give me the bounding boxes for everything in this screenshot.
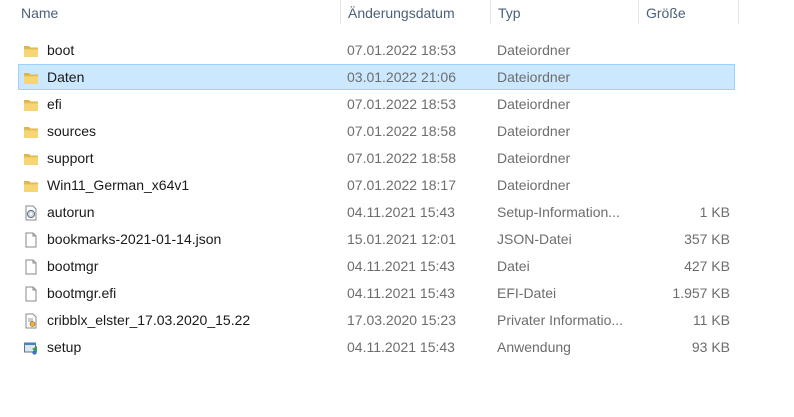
file-size: [644, 65, 730, 89]
file-type: Dateiordner: [497, 42, 571, 58]
folder-icon: [23, 177, 39, 193]
folder-icon: [23, 96, 39, 112]
file-modified-date: 17.03.2020 15:23: [347, 312, 456, 328]
file-modified-date: 04.11.2021 15:43: [347, 258, 455, 274]
column-header-date[interactable]: Änderungsdatum: [340, 0, 490, 28]
file-icon-cell: [23, 254, 41, 278]
file-type: Anwendung: [497, 339, 571, 355]
setup-information-icon: [23, 204, 39, 221]
file-size: [644, 92, 730, 116]
file-name: Win11_German_x64v1: [47, 177, 190, 193]
file-modified-date: 07.01.2022 18:58: [347, 150, 456, 166]
file-row[interactable]: sources 07.01.2022 18:58 Dateiordner: [18, 118, 735, 144]
file-icon-cell: [23, 227, 41, 251]
file-type: JSON-Datei: [497, 231, 572, 247]
file-icon-cell: [23, 173, 41, 197]
file-size: [644, 146, 730, 170]
file-name: autorun: [47, 204, 95, 220]
file-size: 93 KB: [691, 339, 730, 355]
column-divider[interactable]: [738, 0, 739, 24]
file-row[interactable]: support 07.01.2022 18:58 Dateiordner: [18, 145, 735, 171]
file-name: bootmgr: [47, 258, 99, 274]
file-type: Dateiordner: [497, 177, 571, 193]
file-modified-date: 04.11.2021 15:43: [347, 339, 455, 355]
file-name: Daten: [47, 69, 85, 85]
file-icon: [23, 231, 39, 248]
file-name: boot: [47, 42, 75, 58]
file-size: 11 KB: [692, 312, 730, 328]
file-name: bootmgr.efi: [47, 285, 117, 301]
file-size: 427 KB: [684, 258, 730, 274]
file-icon-cell: [23, 281, 41, 305]
file-icon-cell: [23, 146, 41, 170]
file-icon-cell: [23, 308, 41, 332]
column-header-type[interactable]: Typ: [490, 0, 638, 28]
file-type: EFI-Datei: [497, 285, 557, 301]
file-row[interactable]: efi 07.01.2022 18:53 Dateiordner: [18, 91, 735, 117]
column-header-bar: Name Änderungsdatum Typ Größe: [0, 0, 794, 28]
file-type: Dateiordner: [497, 69, 571, 85]
file-icon-cell: [23, 119, 41, 143]
file-type: Datei: [497, 258, 530, 274]
file-row[interactable]: cribblx_elster_17.03.2020_15.22 17.03.202…: [18, 307, 735, 333]
file-size: 357 KB: [684, 231, 730, 247]
folder-icon: [23, 123, 39, 139]
file-row[interactable]: bookmarks-2021-01-14.json 15.01.2021 12:0…: [18, 226, 735, 252]
file-modified-date: 07.01.2022 18:58: [347, 123, 456, 139]
file-row[interactable]: autorun 04.11.2021 15:43 Setup-Information…: [18, 199, 735, 225]
file-name: cribblx_elster_17.03.2020_15.22: [47, 312, 251, 328]
file-icon: [23, 258, 39, 275]
file-type: Dateiordner: [497, 123, 571, 139]
file-icon: [23, 285, 39, 302]
file-size: [644, 119, 730, 143]
application-icon: [23, 339, 39, 355]
file-modified-date: 15.01.2021 12:01: [347, 231, 456, 247]
file-icon-cell: [23, 65, 41, 89]
file-name: efi: [47, 96, 62, 112]
file-type: Setup-Information...: [497, 204, 620, 220]
file-icon-cell: [23, 335, 41, 359]
folder-icon: [23, 150, 39, 166]
column-header-name[interactable]: Name: [13, 0, 340, 28]
certificate-file-icon: [23, 312, 39, 329]
file-type: Privater Informatio...: [497, 312, 624, 328]
file-row[interactable]: bootmgr.efi 04.11.2021 15:43 EFI-Datei 1.95…: [18, 280, 735, 306]
file-type: Dateiordner: [497, 150, 571, 166]
file-size: [644, 38, 730, 62]
file-name: sources: [47, 123, 97, 139]
file-row[interactable]: Win11_German_x64v1 07.01.2022 18:17 Dateio…: [18, 172, 735, 198]
folder-icon: [23, 42, 39, 58]
file-name: setup: [47, 339, 82, 355]
column-header-size[interactable]: Größe: [638, 0, 738, 28]
file-modified-date: 07.01.2022 18:53: [347, 42, 456, 58]
file-icon-cell: [23, 92, 41, 116]
file-type: Dateiordner: [497, 96, 571, 112]
file-size: [644, 173, 730, 197]
file-size: 1 KB: [699, 204, 730, 220]
file-name: bookmarks-2021-01-14.json: [47, 231, 222, 247]
file-row[interactable]: boot 07.01.2022 18:53 Dateiordner: [18, 37, 735, 63]
file-name: support: [47, 150, 94, 166]
file-modified-date: 04.11.2021 15:43: [347, 285, 455, 301]
file-row[interactable]: bootmgr 04.11.2021 15:43 Datei 427 KB: [18, 253, 735, 279]
folder-icon: [23, 69, 39, 85]
file-modified-date: 07.01.2022 18:17: [347, 177, 456, 193]
file-modified-date: 04.11.2021 15:43: [347, 204, 455, 220]
file-icon-cell: [23, 38, 41, 62]
file-row[interactable]: Daten 03.01.2022 21:06 Dateiordner: [18, 64, 735, 90]
file-size: 1.957 KB: [672, 285, 730, 301]
file-modified-date: 07.01.2022 18:53: [347, 96, 456, 112]
file-modified-date: 03.01.2022 21:06: [347, 69, 456, 85]
file-row[interactable]: setup 04.11.2021 15:43 Anwendung 93 KB: [18, 334, 735, 360]
file-icon-cell: [23, 200, 41, 224]
